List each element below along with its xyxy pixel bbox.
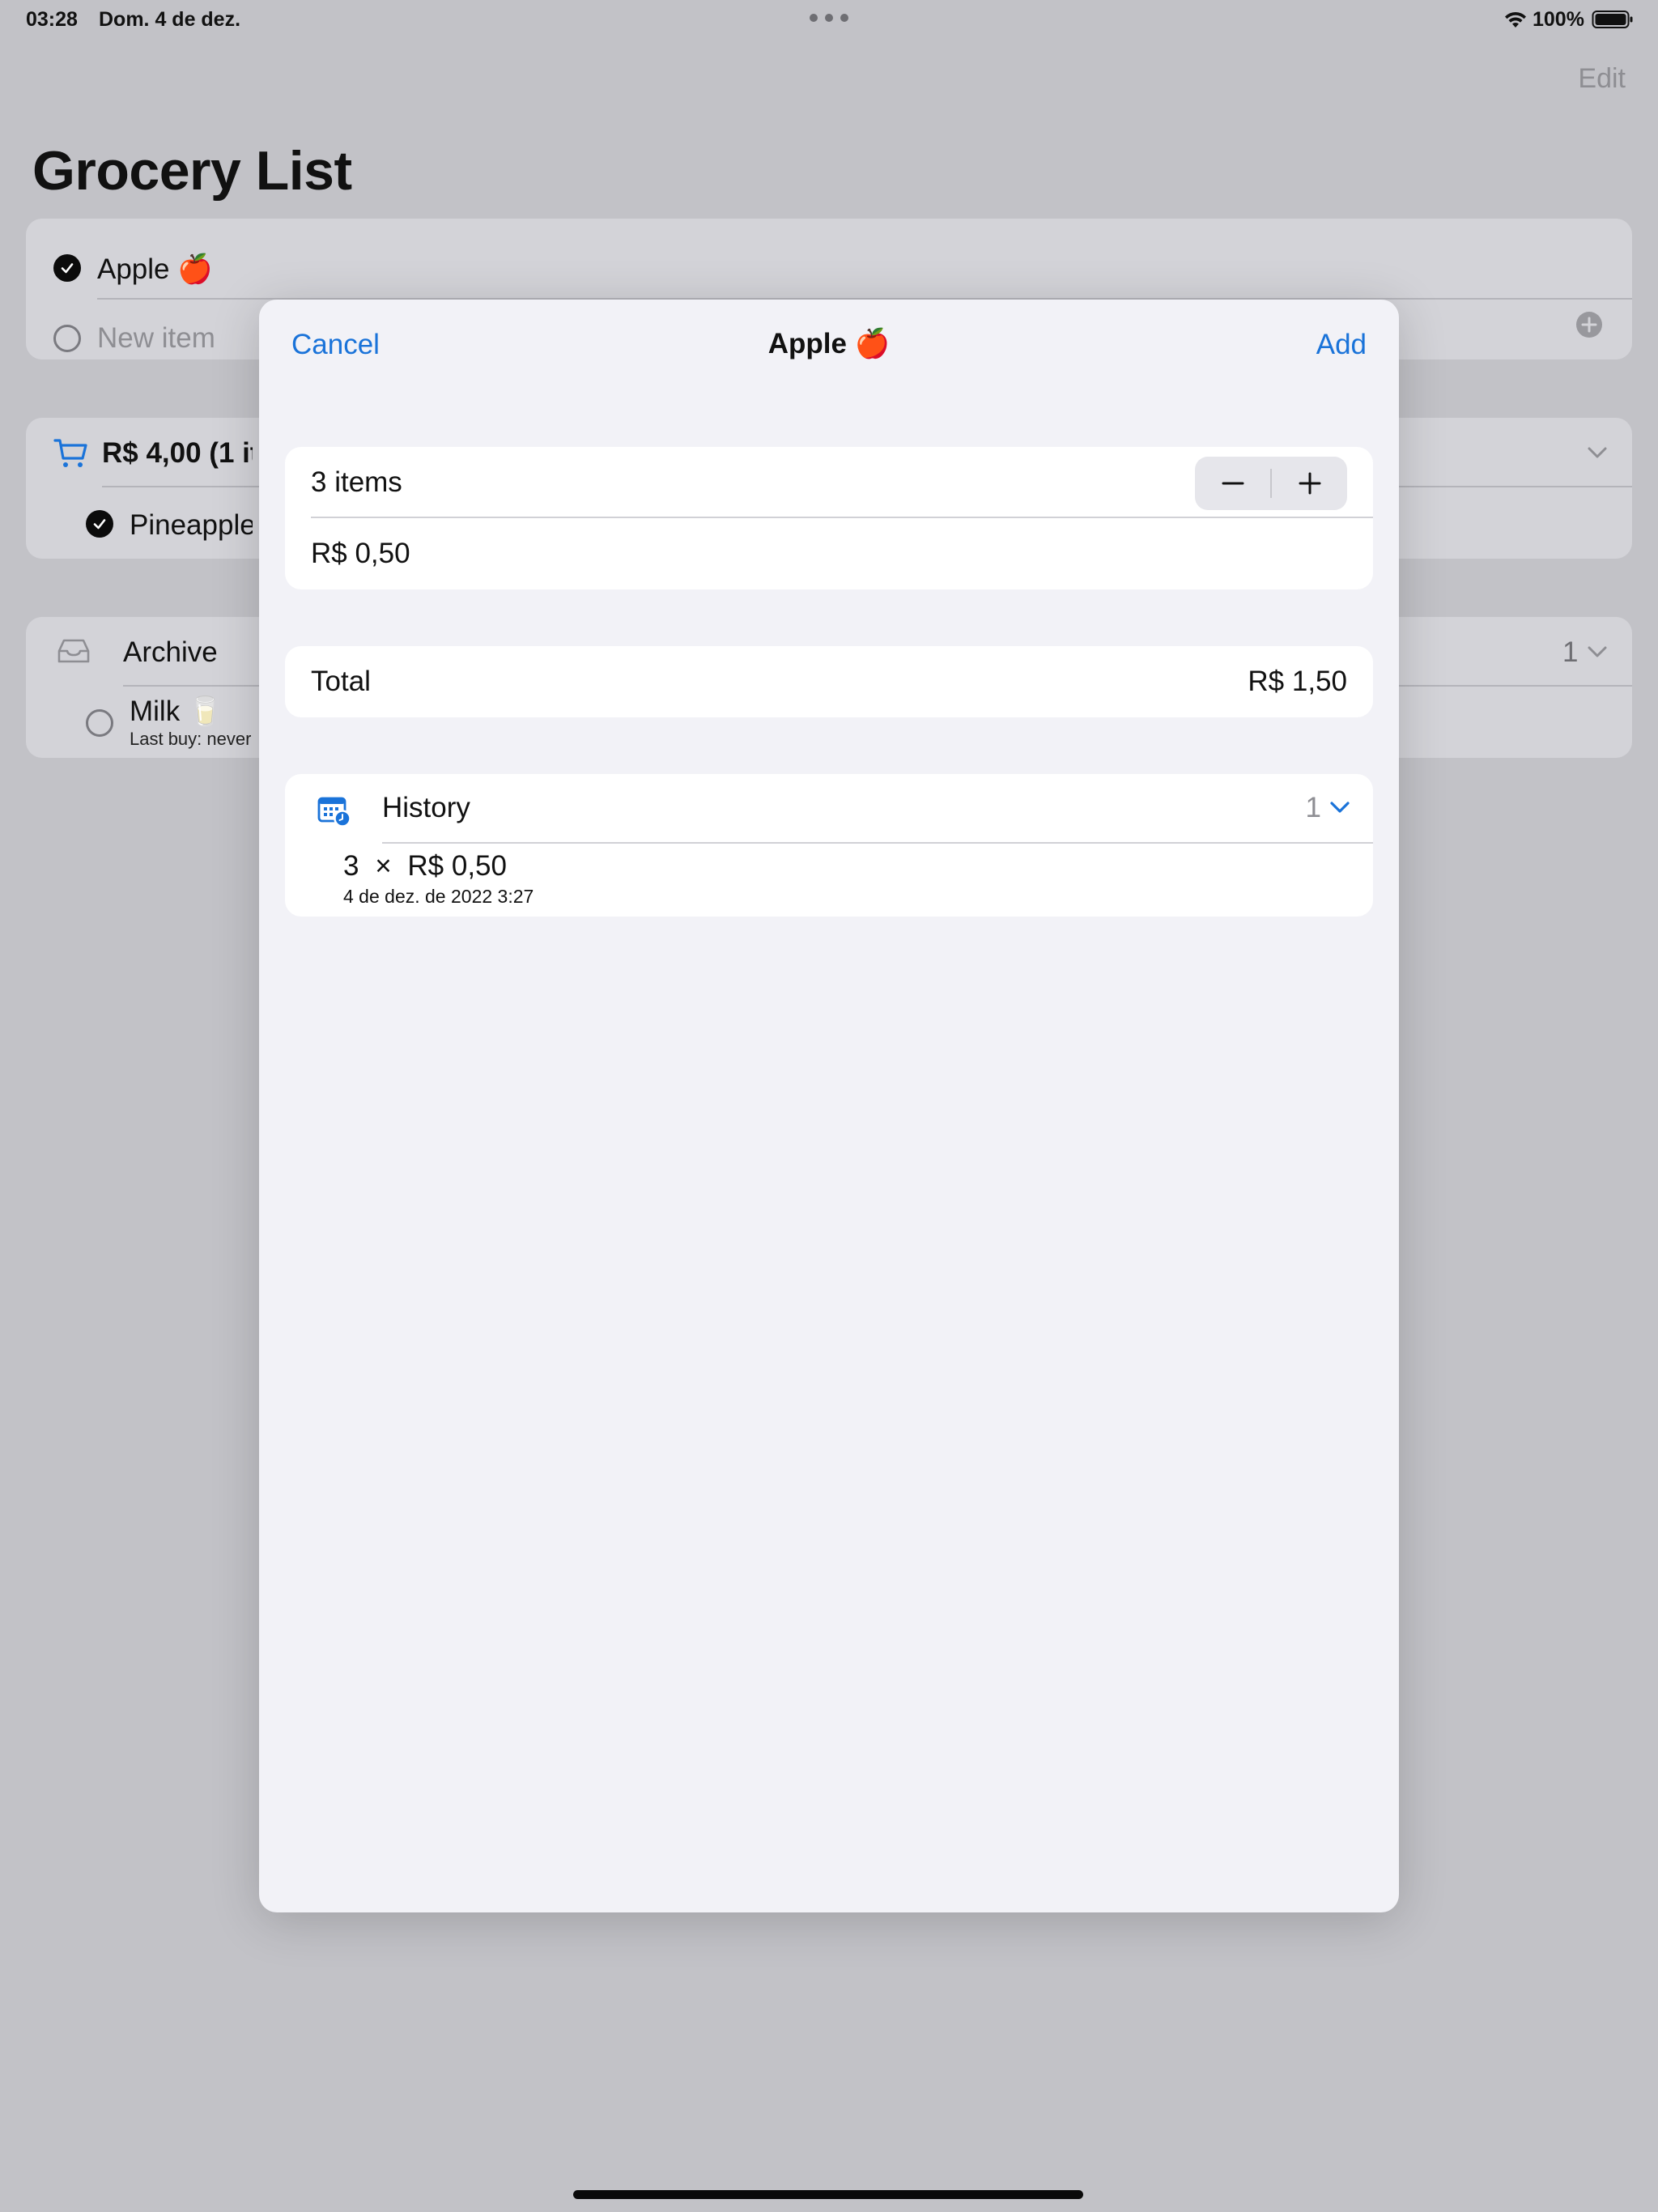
row-divider: [311, 517, 1373, 518]
quantity-label: 3 items: [311, 466, 402, 498]
price-field[interactable]: R$ 0,50: [311, 538, 410, 570]
history-entry-qty: 3: [343, 850, 359, 882]
plus-circle-icon[interactable]: [1575, 311, 1603, 338]
quantity-card: 3 items R$ 0,50: [285, 447, 1373, 589]
empty-circle-icon[interactable]: [53, 325, 81, 352]
archive-item-name[interactable]: Milk 🥛: [130, 695, 251, 728]
quantity-stepper[interactable]: [1195, 457, 1347, 510]
battery-percentage: 100%: [1533, 8, 1584, 31]
history-entry-price: R$ 0,50: [407, 850, 507, 882]
new-item-input[interactable]: New item: [97, 322, 215, 355]
cart-summary[interactable]: R$ 4,00 (1 item): [102, 437, 253, 470]
cart-item-name[interactable]: Pineapple 🍍: [130, 508, 253, 542]
checkmark-icon[interactable]: [86, 510, 113, 538]
archive-label[interactable]: Archive: [123, 636, 218, 669]
empty-circle-icon[interactable]: [86, 709, 113, 737]
minus-icon: [1222, 482, 1244, 485]
edit-button[interactable]: Edit: [1578, 63, 1626, 95]
chevron-down-icon[interactable]: [1587, 445, 1608, 460]
history-entry-date: 4 de dez. de 2022 3:27: [343, 886, 534, 907]
status-date: Dom. 4 de dez.: [99, 8, 241, 31]
history-label[interactable]: History: [382, 792, 470, 824]
wifi-icon: [1505, 11, 1526, 28]
history-count: 1: [1305, 792, 1321, 823]
history-card: History 1 3 × R$ 0,50 4 de dez. de 2022 …: [285, 774, 1373, 917]
page-title: Grocery List: [32, 140, 352, 202]
history-entry-times: ×: [375, 850, 392, 882]
checkmark-icon[interactable]: [53, 254, 81, 282]
row-divider: [382, 842, 1373, 844]
chevron-down-icon[interactable]: [1329, 800, 1350, 815]
total-label: Total: [311, 666, 371, 697]
archive-item-subtitle: Last buy: never: [130, 729, 251, 749]
item-detail-sheet: Cancel Apple 🍎 Add 3 items R$ 0,50 Total…: [259, 300, 1399, 1912]
history-entry: 3 × R$ 0,50: [343, 850, 507, 883]
calendar-clock-icon: [317, 797, 351, 827]
multitasking-dots[interactable]: [810, 11, 848, 24]
home-indicator[interactable]: [573, 2190, 1083, 2199]
battery-icon: [1592, 11, 1633, 28]
total-card: Total R$ 1,50: [285, 646, 1373, 717]
list-item-name[interactable]: Apple 🍎: [97, 253, 213, 286]
plus-icon: [1299, 472, 1320, 495]
archive-count: 1: [1562, 636, 1579, 668]
total-value: R$ 1,50: [1248, 666, 1347, 697]
tray-icon: [57, 639, 90, 663]
chevron-down-icon[interactable]: [1587, 644, 1608, 659]
decrement-button[interactable]: [1195, 457, 1270, 510]
add-button[interactable]: Add: [1316, 329, 1367, 361]
cart-icon: [53, 439, 87, 467]
status-time: 03:28: [26, 8, 78, 31]
sheet-title: Apple 🍎: [767, 328, 891, 359]
increment-button[interactable]: [1272, 457, 1347, 510]
